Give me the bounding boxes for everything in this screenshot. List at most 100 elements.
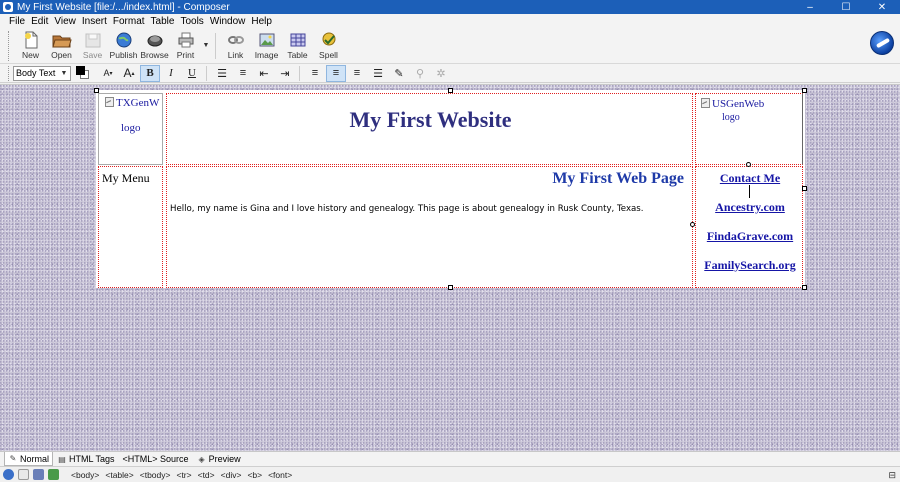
- tab-html-tags[interactable]: ▤ HTML Tags: [53, 452, 119, 466]
- larger-font-button[interactable]: A ▴: [119, 65, 139, 82]
- table-resize-handle[interactable]: [802, 285, 807, 290]
- insert-element-button[interactable]: ✎: [389, 65, 409, 82]
- save-button[interactable]: Save: [77, 28, 108, 62]
- link-familysearch[interactable]: FamilySearch.org: [696, 258, 804, 273]
- link-ancestry[interactable]: Ancestry.com: [696, 200, 804, 215]
- maximize-button[interactable]: ☐: [828, 0, 864, 14]
- tag-font[interactable]: <font>: [268, 470, 292, 480]
- tag-tr[interactable]: <tr>: [176, 470, 191, 480]
- link-button[interactable]: Link: [220, 28, 251, 62]
- menu-help[interactable]: Help: [248, 16, 275, 27]
- body-paragraph: Hello, my name is Gina and I love histor…: [170, 204, 644, 214]
- page-heading: My First Web Page: [552, 170, 684, 187]
- composer-icon[interactable]: [48, 469, 59, 480]
- insert-link-button[interactable]: ⚲: [410, 65, 430, 82]
- link-findagrave[interactable]: FindaGrave.com: [696, 229, 804, 244]
- publish-globe-icon: [114, 31, 134, 49]
- layout-table[interactable]: TXGenW logo My First Website USGenWeb lo…: [94, 88, 807, 290]
- cell-right-logo[interactable]: USGenWeb logo: [695, 93, 803, 165]
- mail-icon[interactable]: [18, 469, 29, 480]
- table-button-label: Table: [287, 50, 308, 60]
- outdent-button[interactable]: ⇤: [254, 65, 274, 82]
- composer-app-icon: [3, 2, 13, 12]
- tag-td[interactable]: <td>: [198, 470, 215, 480]
- paragraph-style-select[interactable]: Body Text ▼: [13, 65, 71, 81]
- insert-special-button[interactable]: ✲: [431, 65, 451, 82]
- close-button[interactable]: ✕: [864, 0, 900, 14]
- bullet-list-button[interactable]: ☰: [212, 65, 232, 82]
- table-resize-handle[interactable]: [802, 186, 807, 191]
- print-dropdown-arrow[interactable]: ▼: [201, 28, 211, 62]
- align-right-button[interactable]: ≡: [347, 65, 367, 82]
- italic-button[interactable]: I: [161, 65, 181, 82]
- cell-header[interactable]: My First Website: [166, 93, 693, 165]
- open-folder-icon: [51, 31, 72, 49]
- navigator-icon[interactable]: [3, 469, 14, 480]
- bold-button[interactable]: B: [140, 64, 160, 82]
- format-toolbar-grip[interactable]: [8, 65, 11, 81]
- txgenweb-logo-image[interactable]: TXGenW: [105, 97, 159, 109]
- table-button[interactable]: Table: [282, 28, 313, 62]
- open-button-label: Open: [51, 50, 72, 60]
- link-icon: [226, 31, 246, 49]
- menu-format[interactable]: Format: [110, 16, 148, 27]
- image-icon: [257, 31, 277, 49]
- column-resize-handle[interactable]: [746, 162, 751, 167]
- new-page-icon: [21, 31, 41, 49]
- cell-links[interactable]: Contact Me Ancestry.com FindaGrave.com F…: [695, 166, 803, 288]
- cell-left-logo[interactable]: TXGenW logo: [98, 93, 163, 165]
- tag-table[interactable]: <table>: [105, 470, 133, 480]
- edit-mode-tabs: ✎ Normal ▤ HTML Tags <HTML> Source ◈ Previe…: [0, 451, 900, 466]
- text-color-swatch[interactable]: [76, 66, 85, 75]
- numbered-list-button[interactable]: ≡: [233, 65, 253, 82]
- toolbar-grip[interactable]: [8, 31, 11, 61]
- link-contact-me[interactable]: Contact Me: [696, 171, 804, 186]
- publish-button[interactable]: Publish: [108, 28, 139, 62]
- usgenweb-logo-image[interactable]: USGenWeb: [701, 98, 764, 110]
- address-book-icon[interactable]: [33, 469, 44, 480]
- smaller-font-button[interactable]: A ▾: [98, 65, 118, 82]
- tab-normal-label: Normal: [20, 453, 50, 464]
- caret-line: [749, 185, 750, 198]
- chevron-down-icon: ▼: [60, 69, 68, 77]
- menu-window[interactable]: Window: [207, 16, 249, 27]
- tag-body[interactable]: <body>: [71, 470, 99, 480]
- menu-file[interactable]: File: [6, 16, 28, 27]
- table-resize-handle[interactable]: [448, 88, 453, 93]
- menu-table[interactable]: Table: [148, 16, 178, 27]
- menu-view[interactable]: View: [51, 16, 79, 27]
- browse-button[interactable]: Browse: [139, 28, 170, 62]
- minimize-button[interactable]: –: [792, 0, 828, 14]
- menu-insert[interactable]: Insert: [79, 16, 110, 27]
- cell-content[interactable]: My First Web Page Hello, my name is Gina…: [166, 166, 693, 288]
- new-button[interactable]: New: [15, 28, 46, 62]
- editor-canvas[interactable]: TXGenW logo My First Website USGenWeb lo…: [0, 84, 900, 451]
- tag-path: <body> <table> <tbody> <tr> <td> <div> <…: [71, 470, 298, 480]
- tab-preview[interactable]: ◈ Preview: [193, 452, 245, 466]
- menu-edit[interactable]: Edit: [28, 16, 51, 27]
- spell-button[interactable]: Spell: [313, 28, 344, 62]
- row-resize-handle[interactable]: [690, 222, 695, 227]
- open-button[interactable]: Open: [46, 28, 77, 62]
- table-resize-handle[interactable]: [94, 88, 99, 93]
- tag-div[interactable]: <div>: [221, 470, 242, 480]
- align-left-button[interactable]: ≡: [305, 65, 325, 82]
- indent-button[interactable]: ⇥: [275, 65, 295, 82]
- status-bar: <body> <table> <tbody> <tr> <td> <div> <…: [0, 466, 900, 482]
- tag-b[interactable]: <b>: [247, 470, 262, 480]
- menu-label: My Menu: [102, 171, 150, 185]
- image-button[interactable]: Image: [251, 28, 282, 62]
- menu-bar: File Edit View Insert Format Table Tools…: [0, 14, 900, 28]
- table-resize-handle[interactable]: [802, 88, 807, 93]
- align-center-button[interactable]: ≡: [326, 64, 346, 82]
- tab-source[interactable]: <HTML> Source: [119, 452, 193, 466]
- underline-button[interactable]: U: [182, 65, 202, 82]
- text-color-picker[interactable]: [76, 66, 90, 80]
- print-button[interactable]: Print: [170, 28, 201, 62]
- tag-tbody[interactable]: <tbody>: [140, 470, 171, 480]
- justify-button[interactable]: ☰: [368, 65, 388, 82]
- table-resize-handle[interactable]: [448, 285, 453, 290]
- cell-menu[interactable]: My Menu: [98, 166, 163, 288]
- menu-tools[interactable]: Tools: [177, 16, 206, 27]
- tab-normal[interactable]: ✎ Normal: [4, 452, 54, 466]
